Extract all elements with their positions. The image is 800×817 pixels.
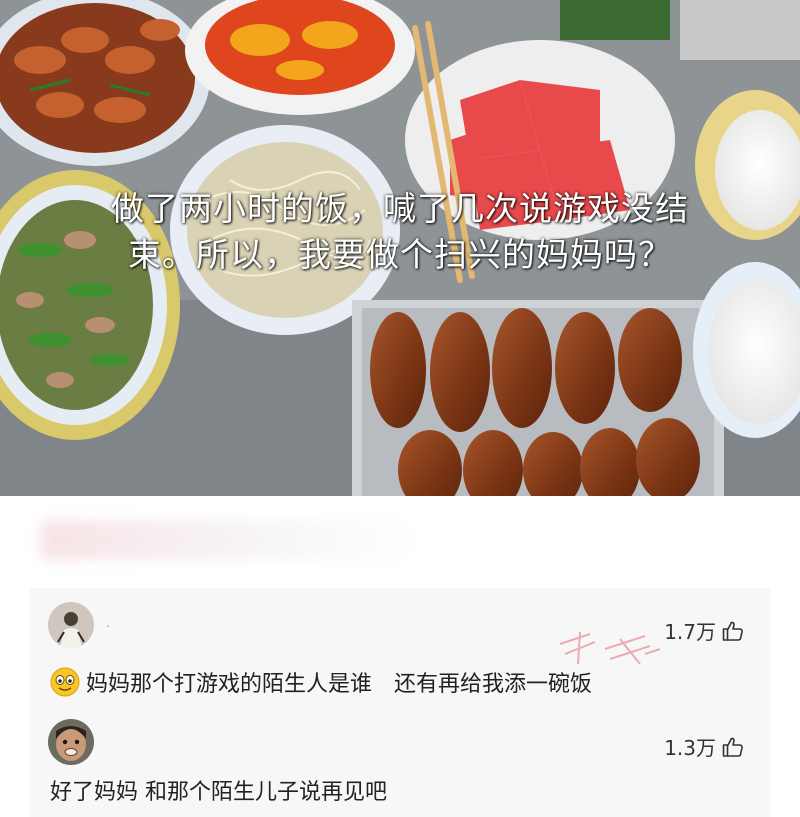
comment-list: . 1.7万 妈妈那个打游戏的陌生人是谁 还有再给我添一碗饭 1.3万 好了妈妈… (30, 588, 770, 817)
thumbs-up-icon (722, 736, 744, 758)
avatar[interactable] (48, 719, 94, 765)
like-button[interactable]: 1.3万 (664, 732, 744, 761)
post-photo[interactable]: 做了两小时的饭，喊了几次说游戏没结 束。所以，我要做个扫兴的妈妈吗？ (0, 0, 800, 496)
comment-text: 妈妈那个打游戏的陌生人是谁 还有再给我添一碗饭 (50, 666, 592, 698)
caption-line-2: 束。所以，我要做个扫兴的妈妈吗？ (128, 235, 672, 274)
username[interactable]: . (106, 616, 110, 630)
caption-line-1: 做了两小时的饭，喊了几次说游戏没结 (111, 189, 689, 228)
smiling-face-emoji-icon (50, 667, 80, 697)
thumbs-up-icon (722, 620, 744, 642)
comment-text: 好了妈妈 和那个陌生儿子说再见吧 (50, 774, 387, 806)
avatar[interactable] (48, 602, 94, 648)
post-caption: 做了两小时的饭，喊了几次说游戏没结 束。所以，我要做个扫兴的妈妈吗？ (0, 186, 800, 278)
comment-body: 好了妈妈 和那个陌生儿子说再见吧 (50, 780, 387, 805)
comment-body: 妈妈那个打游戏的陌生人是谁 还有再给我添一碗饭 (86, 672, 593, 697)
like-count: 1.7万 (664, 620, 716, 644)
like-button[interactable]: 1.7万 (664, 616, 744, 645)
blurred-region (40, 520, 420, 560)
like-count: 1.3万 (664, 736, 716, 760)
